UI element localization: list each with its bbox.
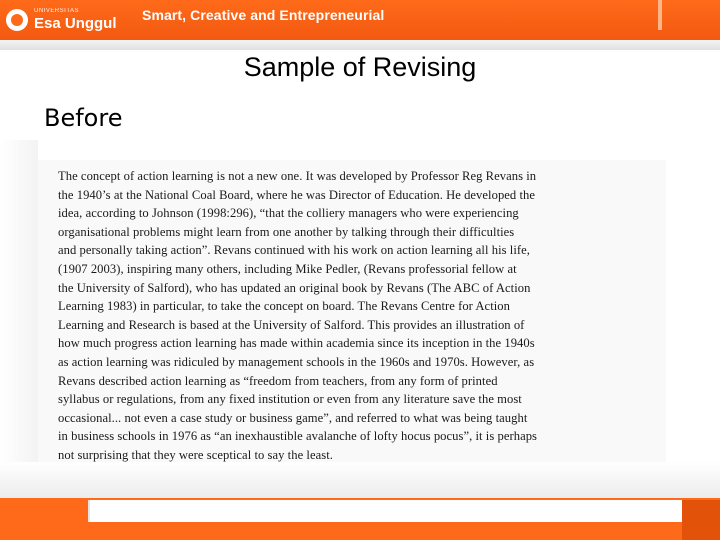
header-bar: UNIVERSITAS Esa Unggul Smart, Creative a… — [0, 0, 720, 40]
scanned-line: idea, according to Johnson (1998:296), “… — [58, 206, 519, 221]
logo-subtitle: UNIVERSITAS — [34, 8, 80, 14]
scanned-line: the 1940’s at the National Coal Board, w… — [58, 187, 536, 202]
logo-emblem-icon — [6, 8, 28, 31]
scanned-line: Learning and Research is based at the Un… — [58, 317, 525, 332]
scanned-line: the University of Salford), who has upda… — [58, 280, 531, 295]
footer-white-panel — [88, 500, 684, 522]
scanned-line: as action learning was ridiculed by mana… — [58, 354, 535, 369]
scanned-paragraph: The concept of action learning is not a … — [58, 167, 660, 462]
scanned-line: how much progress action learning has ma… — [58, 336, 535, 351]
left-margin-shade — [0, 140, 38, 470]
scanned-line: (1907 2003), inspiring many others, incl… — [58, 261, 517, 276]
scanned-line: in business schools in 1976 as “an inexh… — [58, 429, 538, 444]
footer-fade — [0, 462, 720, 498]
scanned-line: and personally taking action”. Revans co… — [58, 243, 530, 258]
university-logo: UNIVERSITAS Esa Unggul — [6, 4, 126, 35]
section-label: Before — [44, 104, 123, 132]
header-tagline: Smart, Creative and Entrepreneurial — [142, 7, 385, 23]
logo-name: Esa Unggul — [34, 15, 117, 32]
scanned-line: organisational problems might learn from… — [58, 224, 515, 239]
footer-corner-block — [682, 500, 720, 540]
scanned-line: The concept of action learning is not a … — [58, 169, 537, 183]
slide-title: Sample of Revising — [243, 52, 477, 82]
scanned-text-image: The concept of action learning is not a … — [38, 160, 666, 462]
header-divider — [658, 0, 662, 30]
scanned-line: not surprising that they were sceptical … — [58, 447, 333, 462]
scanned-line: occasional... not even a case study or b… — [58, 410, 528, 425]
header-underline — [0, 40, 720, 50]
scanned-line: Learning 1983) in particular, to take th… — [58, 299, 510, 314]
scanned-line: Revans described action learning as “fre… — [58, 373, 498, 388]
scanned-line: syllabus or regulations, from any fixed … — [58, 392, 522, 407]
